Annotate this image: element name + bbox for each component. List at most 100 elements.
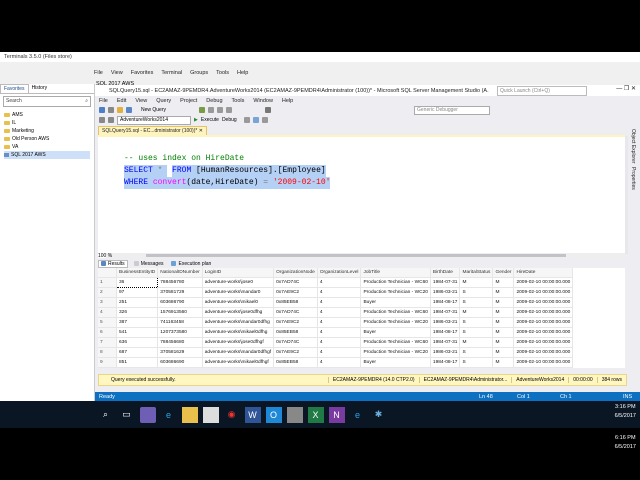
table-cell[interactable]: 4 bbox=[317, 337, 362, 348]
row-number[interactable]: 5 bbox=[98, 317, 117, 328]
table-cell[interactable]: 788456680 bbox=[157, 337, 203, 348]
table-cell[interactable]: 1984-07-31 bbox=[430, 277, 461, 288]
column-header[interactable]: BusinessEntityID bbox=[116, 268, 159, 278]
tab-favorites[interactable]: Favorites bbox=[0, 84, 29, 93]
column-header[interactable]: OrganizationLevel bbox=[317, 268, 362, 278]
scroll-thumb[interactable] bbox=[146, 254, 566, 257]
tab-messages[interactable]: Messages bbox=[132, 261, 166, 267]
editor-hscroll[interactable] bbox=[106, 253, 626, 258]
tab-results[interactable]: Results bbox=[98, 259, 128, 268]
table-cell[interactable]: adventure-works\mikael0dfhgf bbox=[202, 357, 275, 368]
table-cell[interactable]: S bbox=[459, 357, 494, 368]
table-cell[interactable]: M bbox=[492, 317, 515, 328]
table-cell[interactable]: adventure-works\jose0 bbox=[202, 277, 275, 288]
table-cell[interactable]: Production Technician - WC20 bbox=[360, 347, 431, 358]
table-cell[interactable]: 2009-02-10 00:00:00.000 bbox=[513, 347, 574, 358]
menu-window[interactable]: Window bbox=[253, 98, 273, 104]
settings-icon[interactable]: ✱ bbox=[371, 407, 387, 423]
ie-icon[interactable]: e bbox=[350, 407, 366, 423]
table-cell[interactable]: S bbox=[459, 347, 494, 358]
column-header[interactable]: HireDate bbox=[513, 268, 574, 278]
table-cell[interactable]: 0x7AE9C2 bbox=[273, 317, 318, 328]
table-cell[interactable]: 541 bbox=[116, 327, 159, 338]
tree-item-selected[interactable]: SQL 2017 AWS bbox=[4, 151, 90, 159]
table-cell[interactable]: 1986-03-21 bbox=[430, 317, 461, 328]
table-cell[interactable]: Buyer bbox=[360, 297, 431, 308]
table-cell[interactable]: 4 bbox=[317, 347, 362, 358]
tree-item[interactable]: IL bbox=[4, 119, 90, 127]
menu-terminal[interactable]: Terminal bbox=[161, 70, 182, 80]
column-header[interactable]: BirthDate bbox=[430, 268, 461, 278]
table-cell[interactable]: 741163458 bbox=[157, 317, 203, 328]
clock[interactable]: 3:16 PM 6/5/2017 bbox=[615, 403, 636, 421]
task-view-icon[interactable]: ▭ bbox=[119, 407, 135, 423]
table-cell[interactable]: 2009-02-10 00:00:00.000 bbox=[513, 307, 574, 318]
table-cell[interactable]: Production Technician - WC60 bbox=[360, 277, 431, 288]
table-cell[interactable]: 603686790 bbox=[157, 297, 203, 308]
table-cell[interactable]: 851 bbox=[116, 357, 159, 368]
row-number[interactable]: 7 bbox=[98, 337, 117, 348]
tree-item[interactable]: Old Person AWS bbox=[4, 135, 90, 143]
disconnect-icon[interactable] bbox=[108, 117, 114, 123]
table-cell[interactable]: 1576913560 bbox=[157, 307, 203, 318]
object-explorer-tab[interactable]: Object Explorer bbox=[630, 129, 636, 163]
results-icon[interactable] bbox=[261, 117, 268, 123]
word-icon[interactable]: W bbox=[244, 406, 261, 423]
store-icon[interactable] bbox=[202, 406, 219, 423]
table-cell[interactable]: M bbox=[492, 347, 515, 358]
table-cell[interactable]: 687 bbox=[116, 347, 159, 358]
table-cell[interactable]: 1986-03-21 bbox=[430, 347, 461, 358]
table-cell[interactable]: M bbox=[492, 297, 515, 308]
paste-icon[interactable] bbox=[226, 107, 233, 113]
table-cell[interactable]: 0x85EB58 bbox=[273, 297, 318, 308]
connect-icon[interactable] bbox=[99, 117, 105, 123]
outlook-icon[interactable]: O bbox=[265, 406, 282, 423]
column-header[interactable]: OrganizationNode bbox=[273, 268, 318, 278]
menu-query[interactable]: Query bbox=[156, 98, 171, 104]
table-cell[interactable]: S bbox=[459, 297, 494, 308]
table-cell[interactable]: M bbox=[492, 327, 515, 338]
tab-execution-plan[interactable]: Execution plan bbox=[169, 261, 213, 267]
app-icon[interactable] bbox=[139, 406, 156, 423]
table-row[interactable]: 2 97 370581729 adventure-works\mandar0 0x7AE… bbox=[98, 287, 574, 298]
menu-edit[interactable]: Edit bbox=[117, 98, 126, 104]
table-cell[interactable]: 1984-08-17 bbox=[430, 297, 461, 308]
table-cell[interactable]: M bbox=[492, 277, 515, 288]
table-cell[interactable]: 370581629 bbox=[157, 347, 203, 358]
table-cell[interactable]: adventure-works\mikael0 bbox=[202, 297, 275, 308]
table-cell[interactable]: S bbox=[459, 317, 494, 328]
quick-launch-input[interactable]: Quick Launch (Ctrl+Q) bbox=[497, 86, 587, 96]
save-icon[interactable] bbox=[126, 107, 132, 113]
table-cell[interactable]: 603686690 bbox=[157, 357, 203, 368]
table-row[interactable]: 8 687 370581629 adventure-works\mandar0dfhg… bbox=[98, 347, 574, 358]
menu-project[interactable]: Project bbox=[180, 98, 197, 104]
table-row[interactable]: 5 387 741163458 adventure-works\mandar0dfhg… bbox=[98, 317, 574, 328]
table-cell[interactable]: M bbox=[459, 277, 494, 288]
table-cell[interactable]: Production Technician - WC60 bbox=[360, 307, 431, 318]
back-icon[interactable] bbox=[99, 107, 105, 113]
table-cell[interactable]: 2009-02-10 00:00:00.000 bbox=[513, 277, 574, 288]
table-cell[interactable]: 788456780 bbox=[157, 277, 203, 288]
plan-icon[interactable] bbox=[252, 117, 259, 123]
table-row[interactable]: 3 251 603686790 adventure-works\mikael0 0x85… bbox=[98, 297, 574, 308]
undo-icon[interactable] bbox=[265, 107, 272, 113]
table-cell[interactable]: 2009-02-10 00:00:00.000 bbox=[513, 327, 574, 338]
table-row[interactable]: 7 636 788456680 adventure-works\jose0dfhgf 0… bbox=[98, 337, 574, 348]
tree-item[interactable]: VA bbox=[4, 143, 90, 151]
column-header[interactable]: Gender bbox=[492, 268, 515, 278]
table-cell[interactable]: 1984-07-31 bbox=[430, 337, 461, 348]
table-cell[interactable]: Buyer bbox=[360, 327, 431, 338]
generic-debugger-dropdown[interactable]: Generic Debugger bbox=[414, 105, 491, 115]
tab-history[interactable]: History bbox=[29, 84, 51, 93]
table-row[interactable]: 4 326 1576913560 adventure-works\jose0dfhg 0… bbox=[98, 307, 574, 318]
menu-groups[interactable]: Groups bbox=[190, 70, 208, 80]
table-cell[interactable]: M bbox=[459, 337, 494, 348]
execute-button[interactable]: Execute bbox=[201, 117, 219, 123]
menu-view[interactable]: View bbox=[111, 70, 123, 80]
properties-tab[interactable]: Properties bbox=[630, 167, 636, 190]
table-cell[interactable]: 4 bbox=[317, 317, 362, 328]
search-input[interactable]: Search ⌕ bbox=[3, 96, 91, 107]
menu-tools[interactable]: Tools bbox=[232, 98, 245, 104]
parse-icon[interactable] bbox=[243, 117, 250, 123]
debug-button[interactable]: Debug bbox=[222, 117, 237, 123]
